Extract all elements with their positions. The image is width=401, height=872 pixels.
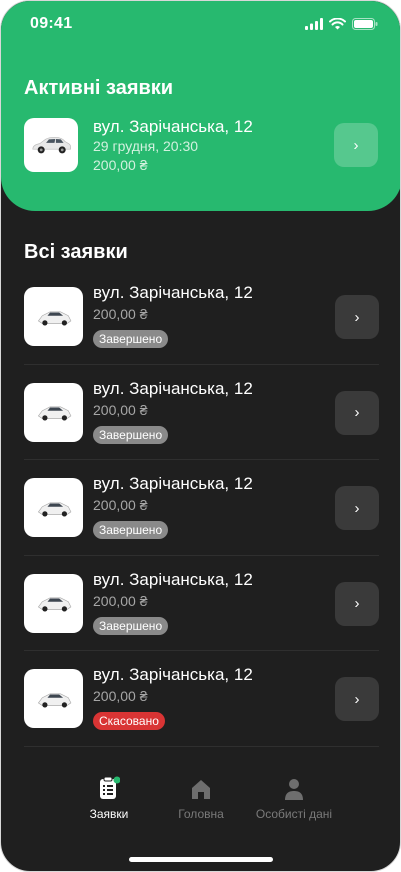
car-icon	[32, 136, 71, 154]
list-item-address: вул. Зарічанська, 12	[93, 474, 253, 493]
list-item-price: 200,00 ₴	[93, 688, 148, 704]
car-icon	[37, 310, 71, 325]
car-thumbnail	[24, 118, 78, 172]
car-thumbnail	[24, 478, 83, 537]
list-item[interactable]: вул. Зарічанська, 12 200,00 ₴ Завершено …	[24, 460, 379, 556]
active-item-datetime: 29 грудня, 20:30	[93, 138, 199, 154]
all-requests-title: Всі заявки	[24, 241, 128, 263]
list-item[interactable]: вул. Зарічанська, 12 200,00 ₴ Завершено …	[24, 365, 379, 460]
signal-icon	[305, 17, 323, 35]
nav-label: Особисті дані	[255, 807, 333, 821]
nav-item-requests[interactable]: Заявки	[59, 773, 159, 821]
list-item-open-button[interactable]: ›	[335, 486, 379, 530]
list-item-price: 200,00 ₴	[93, 592, 148, 609]
home-icon	[192, 780, 210, 799]
list-item-address: вул. Зарічанська, 12	[93, 665, 253, 684]
active-item-price: 200,00 ₴	[93, 157, 148, 173]
list-item-open-button[interactable]: ›	[335, 677, 379, 721]
car-thumbnail	[24, 382, 83, 442]
home-indicator	[129, 857, 273, 862]
person-icon	[285, 779, 303, 800]
status-badge: Завершено	[93, 521, 169, 539]
active-requests-header: 09:41 Активні заявки вул. Зарічанська, 1…	[1, 1, 400, 211]
bottom-navigation: Заявки Головна Особисті дані	[1, 773, 400, 833]
car-thumbnail	[24, 573, 83, 633]
car-icon	[37, 501, 71, 516]
chevron-right-icon: ›	[354, 308, 360, 326]
status-badge: Завершено	[93, 330, 169, 348]
list-item-open-button[interactable]: ›	[335, 581, 379, 626]
nav-item-home[interactable]: Головна	[151, 773, 251, 821]
clipboard-icon	[100, 776, 120, 799]
list-item[interactable]: вул. Зарічанська, 12 200,00 ₴ Скасовано …	[24, 651, 379, 747]
battery-icon	[352, 17, 378, 35]
car-thumbnail	[24, 669, 83, 728]
chevron-right-icon: ›	[354, 595, 360, 612]
status-time: 09:41	[30, 15, 73, 32]
list-item[interactable]: вул. Зарічанська, 12 200,00 ₴ Завершено …	[24, 556, 379, 651]
status-badge: Завершено	[93, 616, 169, 635]
nav-item-profile[interactable]: Особисті дані	[244, 773, 344, 821]
chevron-right-icon: ›	[354, 499, 360, 517]
status-badge: Завершено	[93, 425, 169, 444]
list-item-address: вул. Зарічанська, 12	[93, 378, 253, 398]
list-item[interactable]: вул. Зарічанська, 12 200,00 ₴ Завершено …	[24, 269, 379, 365]
car-icon	[37, 406, 71, 421]
active-item-open-button[interactable]: ›	[334, 123, 378, 167]
status-icons	[305, 17, 378, 35]
active-item-address: вул. Зарічанська, 12	[93, 117, 253, 136]
list-item-address: вул. Зарічанська, 12	[93, 569, 253, 589]
requests-list: вул. Зарічанська, 12 200,00 ₴ Завершено …	[1, 269, 400, 747]
list-item-price: 200,00 ₴	[93, 306, 148, 322]
wifi-icon	[329, 17, 346, 35]
chevron-right-icon: ›	[354, 690, 360, 708]
nav-label: Заявки	[89, 807, 129, 821]
car-icon	[37, 692, 71, 707]
list-item-open-button[interactable]: ›	[335, 390, 379, 435]
car-thumbnail	[24, 287, 83, 346]
chevron-right-icon: ›	[353, 136, 359, 154]
phone-screen: 09:41 Активні заявки вул. Зарічанська, 1…	[0, 0, 401, 872]
status-bar: 09:41	[1, 1, 400, 47]
nav-label: Головна	[178, 807, 224, 821]
active-requests-title: Активні заявки	[24, 77, 174, 99]
list-item-address: вул. Зарічанська, 12	[93, 283, 253, 302]
car-icon	[37, 597, 71, 612]
list-item-price: 200,00 ₴	[93, 401, 148, 418]
list-item-open-button[interactable]: ›	[335, 295, 379, 339]
list-item-price: 200,00 ₴	[93, 497, 148, 513]
status-badge: Скасовано	[93, 712, 165, 730]
chevron-right-icon: ›	[354, 404, 360, 421]
